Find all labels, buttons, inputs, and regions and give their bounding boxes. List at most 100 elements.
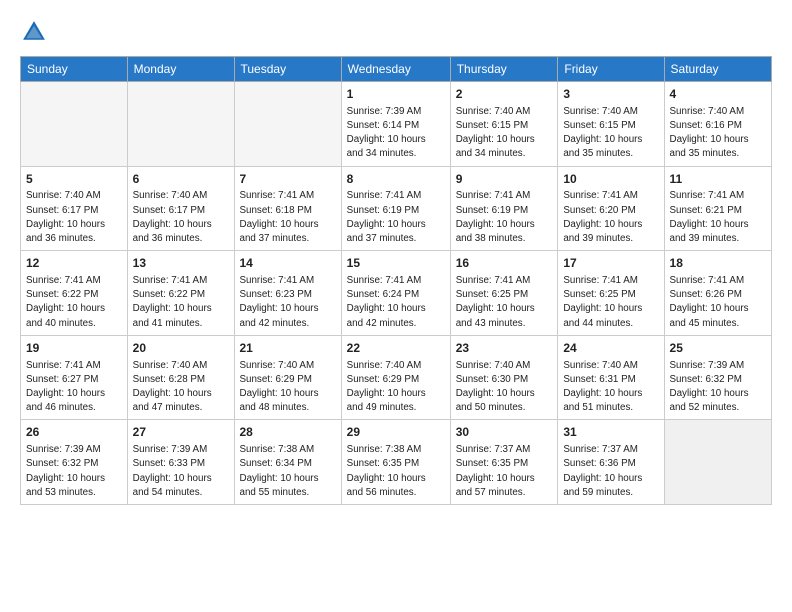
day-info: Sunrise: 7:40 AMSunset: 6:31 PMDaylight:… bbox=[563, 359, 658, 416]
calendar-day-header: Wednesday bbox=[341, 57, 450, 82]
day-info: Sunrise: 7:41 AMSunset: 6:26 PMDaylight:… bbox=[670, 274, 766, 331]
calendar-cell: 6Sunrise: 7:40 AMSunset: 6:17 PMDaylight… bbox=[127, 166, 234, 251]
day-number: 28 bbox=[240, 424, 336, 441]
day-number: 23 bbox=[456, 340, 553, 357]
day-info: Sunrise: 7:41 AMSunset: 6:22 PMDaylight:… bbox=[133, 274, 229, 331]
day-info: Sunrise: 7:40 AMSunset: 6:30 PMDaylight:… bbox=[456, 359, 553, 416]
day-number: 2 bbox=[456, 86, 553, 103]
calendar-cell: 9Sunrise: 7:41 AMSunset: 6:19 PMDaylight… bbox=[450, 166, 558, 251]
day-info: Sunrise: 7:39 AMSunset: 6:32 PMDaylight:… bbox=[670, 359, 766, 416]
day-info: Sunrise: 7:41 AMSunset: 6:23 PMDaylight:… bbox=[240, 274, 336, 331]
calendar-cell: 27 Sunrise: 7:39 AMSunset: 6:33 PMDayligh… bbox=[127, 420, 234, 505]
day-info: Sunrise: 7:37 AMSunset: 6:35 PMDaylight:… bbox=[456, 443, 553, 500]
calendar-cell: 7Sunrise: 7:41 AMSunset: 6:18 PMDaylight… bbox=[234, 166, 341, 251]
day-number: 18 bbox=[670, 255, 766, 272]
day-info: Sunrise: 7:40 AMSunset: 6:29 PMDaylight:… bbox=[240, 359, 336, 416]
calendar-cell: 31 Sunrise: 7:37 AMSunset: 6:36 PMDayligh… bbox=[558, 420, 664, 505]
day-info: Sunrise: 7:41 AMSunset: 6:27 PMDaylight:… bbox=[26, 359, 122, 416]
day-info: Sunrise: 7:39 AMSunset: 6:32 PMDaylight:… bbox=[26, 443, 122, 500]
day-number: 12 bbox=[26, 255, 122, 272]
day-info: Sunrise: 7:41 AMSunset: 6:20 PMDaylight:… bbox=[563, 189, 658, 246]
day-number: 21 bbox=[240, 340, 336, 357]
calendar-cell: 16 Sunrise: 7:41 AMSunset: 6:25 PMDayligh… bbox=[450, 251, 558, 336]
day-number: 9 bbox=[456, 171, 553, 188]
logo-icon bbox=[20, 18, 48, 46]
day-info: Sunrise: 7:37 AMSunset: 6:36 PMDaylight:… bbox=[563, 443, 658, 500]
calendar-cell: 19 Sunrise: 7:41 AMSunset: 6:27 PMDayligh… bbox=[21, 335, 128, 420]
calendar-cell: 21 Sunrise: 7:40 AMSunset: 6:29 PMDayligh… bbox=[234, 335, 341, 420]
calendar-day-header: Saturday bbox=[664, 57, 771, 82]
day-number: 10 bbox=[563, 171, 658, 188]
day-info: Sunrise: 7:38 AMSunset: 6:34 PMDaylight:… bbox=[240, 443, 336, 500]
day-info: Sunrise: 7:40 AMSunset: 6:29 PMDaylight:… bbox=[347, 359, 445, 416]
day-number: 31 bbox=[563, 424, 658, 441]
day-info: Sunrise: 7:41 AMSunset: 6:19 PMDaylight:… bbox=[347, 189, 445, 246]
calendar-cell: 5Sunrise: 7:40 AMSunset: 6:17 PMDaylight… bbox=[21, 166, 128, 251]
page: SundayMondayTuesdayWednesdayThursdayFrid… bbox=[0, 0, 792, 612]
day-info: Sunrise: 7:41 AMSunset: 6:18 PMDaylight:… bbox=[240, 189, 336, 246]
day-number: 29 bbox=[347, 424, 445, 441]
day-number: 22 bbox=[347, 340, 445, 357]
day-number: 24 bbox=[563, 340, 658, 357]
calendar-cell: 12 Sunrise: 7:41 AMSunset: 6:22 PMDayligh… bbox=[21, 251, 128, 336]
calendar-cell: 2 Sunrise: 7:40 AMSunset: 6:15 PMDaylight… bbox=[450, 82, 558, 167]
calendar-cell: 24 Sunrise: 7:40 AMSunset: 6:31 PMDayligh… bbox=[558, 335, 664, 420]
calendar-cell: 18 Sunrise: 7:41 AMSunset: 6:26 PMDayligh… bbox=[664, 251, 771, 336]
calendar-day-header: Monday bbox=[127, 57, 234, 82]
day-info: Sunrise: 7:41 AMSunset: 6:25 PMDaylight:… bbox=[563, 274, 658, 331]
logo bbox=[20, 18, 52, 46]
day-info: Sunrise: 7:41 AMSunset: 6:24 PMDaylight:… bbox=[347, 274, 445, 331]
day-number: 19 bbox=[26, 340, 122, 357]
calendar-cell: 30 Sunrise: 7:37 AMSunset: 6:35 PMDayligh… bbox=[450, 420, 558, 505]
day-info: Sunrise: 7:40 AMSunset: 6:28 PMDaylight:… bbox=[133, 359, 229, 416]
calendar-cell: 10Sunrise: 7:41 AMSunset: 6:20 PMDayligh… bbox=[558, 166, 664, 251]
calendar-cell: 28 Sunrise: 7:38 AMSunset: 6:34 PMDayligh… bbox=[234, 420, 341, 505]
day-info: Sunrise: 7:41 AMSunset: 6:25 PMDaylight:… bbox=[456, 274, 553, 331]
calendar-week-row: 26 Sunrise: 7:39 AMSunset: 6:32 PMDayligh… bbox=[21, 420, 772, 505]
day-number: 5 bbox=[26, 171, 122, 188]
calendar-cell: 22 Sunrise: 7:40 AMSunset: 6:29 PMDayligh… bbox=[341, 335, 450, 420]
calendar-week-row: 19 Sunrise: 7:41 AMSunset: 6:27 PMDayligh… bbox=[21, 335, 772, 420]
day-number: 7 bbox=[240, 171, 336, 188]
day-number: 15 bbox=[347, 255, 445, 272]
day-info: Sunrise: 7:41 AMSunset: 6:22 PMDaylight:… bbox=[26, 274, 122, 331]
day-number: 25 bbox=[670, 340, 766, 357]
calendar-week-row: 5Sunrise: 7:40 AMSunset: 6:17 PMDaylight… bbox=[21, 166, 772, 251]
day-number: 8 bbox=[347, 171, 445, 188]
calendar-week-row: 12 Sunrise: 7:41 AMSunset: 6:22 PMDayligh… bbox=[21, 251, 772, 336]
calendar-header-row: SundayMondayTuesdayWednesdayThursdayFrid… bbox=[21, 57, 772, 82]
header bbox=[20, 18, 772, 46]
day-number: 27 bbox=[133, 424, 229, 441]
calendar-cell: 20 Sunrise: 7:40 AMSunset: 6:28 PMDayligh… bbox=[127, 335, 234, 420]
calendar-cell: 13 Sunrise: 7:41 AMSunset: 6:22 PMDayligh… bbox=[127, 251, 234, 336]
day-number: 20 bbox=[133, 340, 229, 357]
calendar-week-row: 1Sunrise: 7:39 AMSunset: 6:14 PMDaylight… bbox=[21, 82, 772, 167]
day-number: 13 bbox=[133, 255, 229, 272]
day-info: Sunrise: 7:39 AMSunset: 6:14 PMDaylight:… bbox=[347, 105, 445, 162]
day-number: 30 bbox=[456, 424, 553, 441]
day-info: Sunrise: 7:39 AMSunset: 6:33 PMDaylight:… bbox=[133, 443, 229, 500]
calendar-cell bbox=[234, 82, 341, 167]
calendar-cell: 29Sunrise: 7:38 AMSunset: 6:35 PMDayligh… bbox=[341, 420, 450, 505]
calendar-cell: 26 Sunrise: 7:39 AMSunset: 6:32 PMDayligh… bbox=[21, 420, 128, 505]
day-number: 26 bbox=[26, 424, 122, 441]
calendar-table: SundayMondayTuesdayWednesdayThursdayFrid… bbox=[20, 56, 772, 505]
day-number: 14 bbox=[240, 255, 336, 272]
calendar-cell bbox=[127, 82, 234, 167]
day-number: 6 bbox=[133, 171, 229, 188]
day-info: Sunrise: 7:40 AMSunset: 6:15 PMDaylight:… bbox=[456, 105, 553, 162]
day-info: Sunrise: 7:40 AMSunset: 6:16 PMDaylight:… bbox=[670, 105, 766, 162]
day-number: 16 bbox=[456, 255, 553, 272]
calendar-cell: 11Sunrise: 7:41 AMSunset: 6:21 PMDayligh… bbox=[664, 166, 771, 251]
day-info: Sunrise: 7:40 AMSunset: 6:15 PMDaylight:… bbox=[563, 105, 658, 162]
calendar-cell: 3 Sunrise: 7:40 AMSunset: 6:15 PMDaylight… bbox=[558, 82, 664, 167]
calendar-day-header: Tuesday bbox=[234, 57, 341, 82]
calendar-day-header: Thursday bbox=[450, 57, 558, 82]
day-number: 3 bbox=[563, 86, 658, 103]
day-info: Sunrise: 7:40 AMSunset: 6:17 PMDaylight:… bbox=[133, 189, 229, 246]
day-info: Sunrise: 7:40 AMSunset: 6:17 PMDaylight:… bbox=[26, 189, 122, 246]
calendar-cell: 17Sunrise: 7:41 AMSunset: 6:25 PMDayligh… bbox=[558, 251, 664, 336]
calendar-cell: 4Sunrise: 7:40 AMSunset: 6:16 PMDaylight… bbox=[664, 82, 771, 167]
calendar-day-header: Sunday bbox=[21, 57, 128, 82]
calendar-cell bbox=[664, 420, 771, 505]
